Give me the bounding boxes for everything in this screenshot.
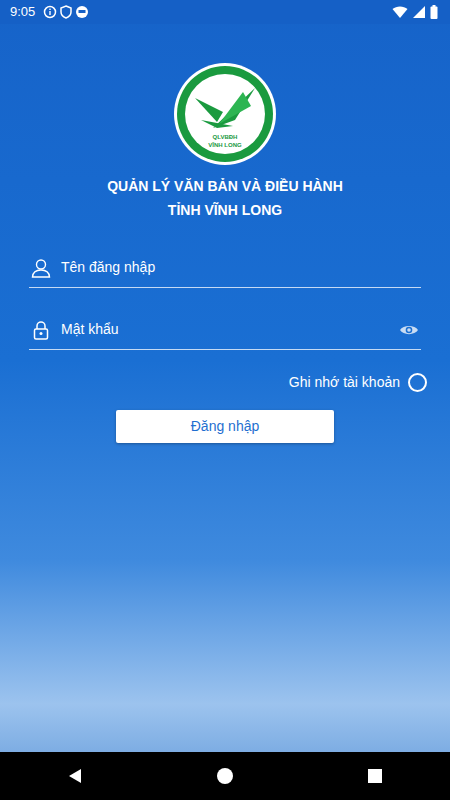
app-title: QUẢN LÝ VĂN BẢN VÀ ĐIỀU HÀNHTỈNH VĨNH LO…	[29, 174, 421, 222]
home-icon[interactable]	[216, 767, 234, 785]
eye-icon[interactable]	[399, 323, 419, 337]
login-form: QLVBĐH VĨNH LONG QUẢN LÝ VĂN BẢN VÀ ĐIỀU H…	[0, 24, 450, 752]
logo-text: VĨNH LONG	[208, 142, 242, 148]
wifi-icon	[392, 5, 412, 19]
remember-label[interactable]: Ghi nhớ tài khoản	[289, 372, 400, 393]
shield-icon	[59, 5, 75, 19]
user-icon	[31, 257, 53, 279]
recents-icon[interactable]	[366, 767, 384, 785]
status-bar: 9:05	[0, 0, 450, 24]
title-line: TỈNH VĨNH LONG	[29, 198, 421, 222]
username-input[interactable]	[53, 251, 419, 284]
title-line: QUẢN LÝ VĂN BẢN VÀ ĐIỀU HÀNH	[29, 174, 421, 198]
navigation-bar	[0, 752, 450, 800]
remember-radio[interactable]	[408, 373, 427, 392]
app-logo: QLVBĐH VĨNH LONG	[173, 62, 277, 166]
back-icon[interactable]	[66, 767, 84, 785]
username-field	[29, 248, 421, 288]
app-icon	[75, 5, 91, 19]
remember-option[interactable]: Ghi nhớ tài khoản	[29, 370, 427, 394]
info-icon	[43, 5, 59, 19]
password-input[interactable]	[53, 313, 399, 346]
login-screen: 9:05 QLVBĐH VĨNH LONG QUẢN LÝ VĂN BẢN VÀ ĐI…	[0, 0, 450, 800]
password-field	[29, 310, 421, 350]
signal-icon	[412, 5, 430, 19]
battery-icon	[430, 5, 440, 19]
logo-text: QLVBĐH	[213, 134, 238, 140]
status-time: 9:05	[10, 2, 35, 22]
lock-icon	[31, 319, 53, 341]
login-button[interactable]: Đăng nhập	[116, 410, 334, 443]
